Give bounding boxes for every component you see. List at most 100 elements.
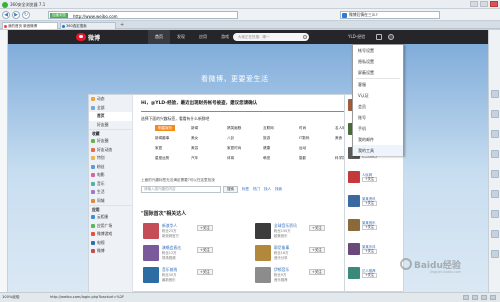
avatar[interactable] xyxy=(255,267,271,283)
message-icon[interactable] xyxy=(376,34,382,40)
tab-search[interactable]: 360选定搜索 xyxy=(60,22,116,29)
menu-item[interactable]: 全部 xyxy=(89,104,132,113)
weibo-logo[interactable]: 微博 xyxy=(76,32,100,42)
status-tool-icon[interactable] xyxy=(472,295,478,300)
interest-tag[interactable]: 健康 xyxy=(263,145,270,151)
interest-tag[interactable]: 互联网 xyxy=(263,125,274,131)
menu-item[interactable]: 好友圈 xyxy=(89,137,132,146)
quick-link[interactable]: 标签 xyxy=(242,187,249,192)
refresh-button[interactable]: ↻ xyxy=(22,11,30,19)
menu-section-favorites[interactable]: 收藏 xyxy=(89,129,132,137)
sidebar-app-icon[interactable] xyxy=(491,190,499,198)
interest-tag[interactable]: 运动 xyxy=(299,145,306,151)
interest-tag[interactable]: 搞笑幽默 xyxy=(227,125,241,131)
follow-button[interactable]: +关注 xyxy=(362,177,378,182)
gear-icon[interactable] xyxy=(388,34,394,40)
avatar[interactable] xyxy=(255,223,271,239)
avatar[interactable] xyxy=(255,245,271,261)
interest-tag[interactable]: 摄影 xyxy=(299,155,306,161)
avatar[interactable] xyxy=(348,243,360,255)
interest-tag[interactable]: 家居时尚 xyxy=(227,145,241,151)
interest-search-input[interactable]: 请输入感兴趣的内容 xyxy=(141,185,221,193)
follow-button[interactable]: +关注 xyxy=(197,247,213,253)
dropdown-item[interactable]: 账号 xyxy=(353,112,403,123)
maximize-button[interactable] xyxy=(480,1,488,7)
follow-button[interactable]: +关注 xyxy=(197,269,213,275)
follow-button[interactable]: +关注 xyxy=(197,225,213,231)
menu-item[interactable]: 应用广场 xyxy=(89,222,132,231)
interest-tag[interactable]: 美容 xyxy=(191,145,198,151)
interest-tag[interactable]: 新闻趣事 xyxy=(155,135,169,141)
follow-button[interactable]: +关注 xyxy=(362,225,378,230)
follow-button[interactable]: +关注 xyxy=(309,225,325,231)
browser-search-input[interactable]: 微博后情在三么? xyxy=(340,11,440,19)
quick-link[interactable]: 找我 xyxy=(275,187,282,192)
quick-link[interactable]: 热门 xyxy=(253,187,260,192)
interest-tag[interactable]: 美女 xyxy=(191,135,198,141)
menu-item[interactable]: 微博游戏 xyxy=(89,230,132,239)
sidebar-app-icon[interactable] xyxy=(491,150,499,158)
menu-section-apps[interactable]: 应用 xyxy=(89,205,132,213)
nav-home[interactable]: 首页 xyxy=(148,30,170,44)
forward-button[interactable]: ▶ xyxy=(12,11,20,19)
menu-item[interactable]: 生活 xyxy=(89,188,132,197)
dropdown-item[interactable]: 客服 xyxy=(353,79,403,90)
weibo-search-input[interactable]: 大家正在热搜：哪一 xyxy=(233,33,309,41)
interest-tag[interactable]: 星座运势 xyxy=(155,155,169,161)
follow-button[interactable]: +关注 xyxy=(362,273,378,278)
nav-discover[interactable]: 发现 xyxy=(170,30,192,44)
speedup-badge[interactable]: 加速浏览 xyxy=(50,13,68,18)
dropdown-item[interactable]: V认证 xyxy=(353,90,403,101)
interest-tag[interactable]: 汽车 xyxy=(191,155,198,161)
menu-item[interactable]: 特别 xyxy=(89,154,132,163)
sidebar-app-icon[interactable] xyxy=(491,210,499,218)
menu-item[interactable]: 云相册 xyxy=(89,213,132,222)
menu-item[interactable]: 动态 xyxy=(89,95,132,104)
interest-search-button[interactable]: 搜索 xyxy=(223,185,238,193)
menu-item[interactable]: 好友动态 xyxy=(89,146,132,155)
minimize-button[interactable] xyxy=(470,1,478,7)
dropdown-item[interactable]: 帐号设置 xyxy=(353,45,403,56)
search-engine-icon[interactable] xyxy=(342,13,347,18)
status-tool-icon[interactable] xyxy=(463,295,469,300)
avatar[interactable] xyxy=(348,219,360,231)
nav-apps[interactable]: 应用 xyxy=(192,30,214,44)
dropdown-item[interactable]: 屏蔽设置 xyxy=(353,67,403,78)
avatar[interactable] xyxy=(348,195,360,207)
interest-tag[interactable]: 明星娱乐 xyxy=(155,125,176,131)
menu-item[interactable]: 粉丝 xyxy=(89,163,132,172)
dropdown-item[interactable]: 我的邮件 xyxy=(353,134,403,145)
quick-link[interactable]: 找人 xyxy=(264,187,271,192)
user-name-link[interactable]: YLD-经验 xyxy=(348,30,365,44)
menu-item[interactable]: 电影 xyxy=(89,171,132,180)
interest-tag[interactable]: 萌宠 xyxy=(263,155,270,161)
follow-button[interactable]: +关注 xyxy=(362,249,378,254)
follow-button[interactable]: +关注 xyxy=(362,201,378,206)
menu-item-home[interactable]: 首页 xyxy=(89,112,132,121)
interest-tag[interactable]: 旅游 xyxy=(263,135,270,141)
dropdown-item[interactable]: 隐私设置 xyxy=(353,56,403,67)
dropdown-item-hover[interactable]: 我的工具 xyxy=(353,145,403,156)
interest-tag[interactable]: IT数码 xyxy=(299,135,309,141)
status-tool-icon[interactable] xyxy=(481,295,487,300)
interest-tag[interactable]: 体育 xyxy=(227,155,234,161)
interest-tag[interactable]: 美食 xyxy=(335,135,342,141)
sidebar-app-icon[interactable] xyxy=(491,250,499,258)
follow-button[interactable]: +关注 xyxy=(309,247,325,253)
status-tool-icon[interactable] xyxy=(490,295,496,300)
menu-item[interactable]: 音乐 xyxy=(89,180,132,189)
avatar[interactable] xyxy=(143,267,159,283)
interest-tag[interactable]: 八卦 xyxy=(227,135,234,141)
back-button[interactable]: ◀ xyxy=(2,11,10,19)
search-icon[interactable] xyxy=(303,35,307,39)
tab-weibo[interactable]: 我的首页 新浪微博 xyxy=(2,22,58,29)
close-window-button[interactable] xyxy=(490,1,498,7)
avatar[interactable] xyxy=(143,223,159,239)
avatar[interactable] xyxy=(348,267,360,279)
menu-item[interactable]: 电视 xyxy=(89,239,132,248)
sidebar-app-icon[interactable] xyxy=(491,130,499,138)
avatar[interactable] xyxy=(143,245,159,261)
new-tab-button[interactable]: + xyxy=(120,23,125,28)
dropdown-item[interactable]: 手机 xyxy=(353,123,403,134)
menu-item[interactable]: 同城 xyxy=(89,197,132,206)
